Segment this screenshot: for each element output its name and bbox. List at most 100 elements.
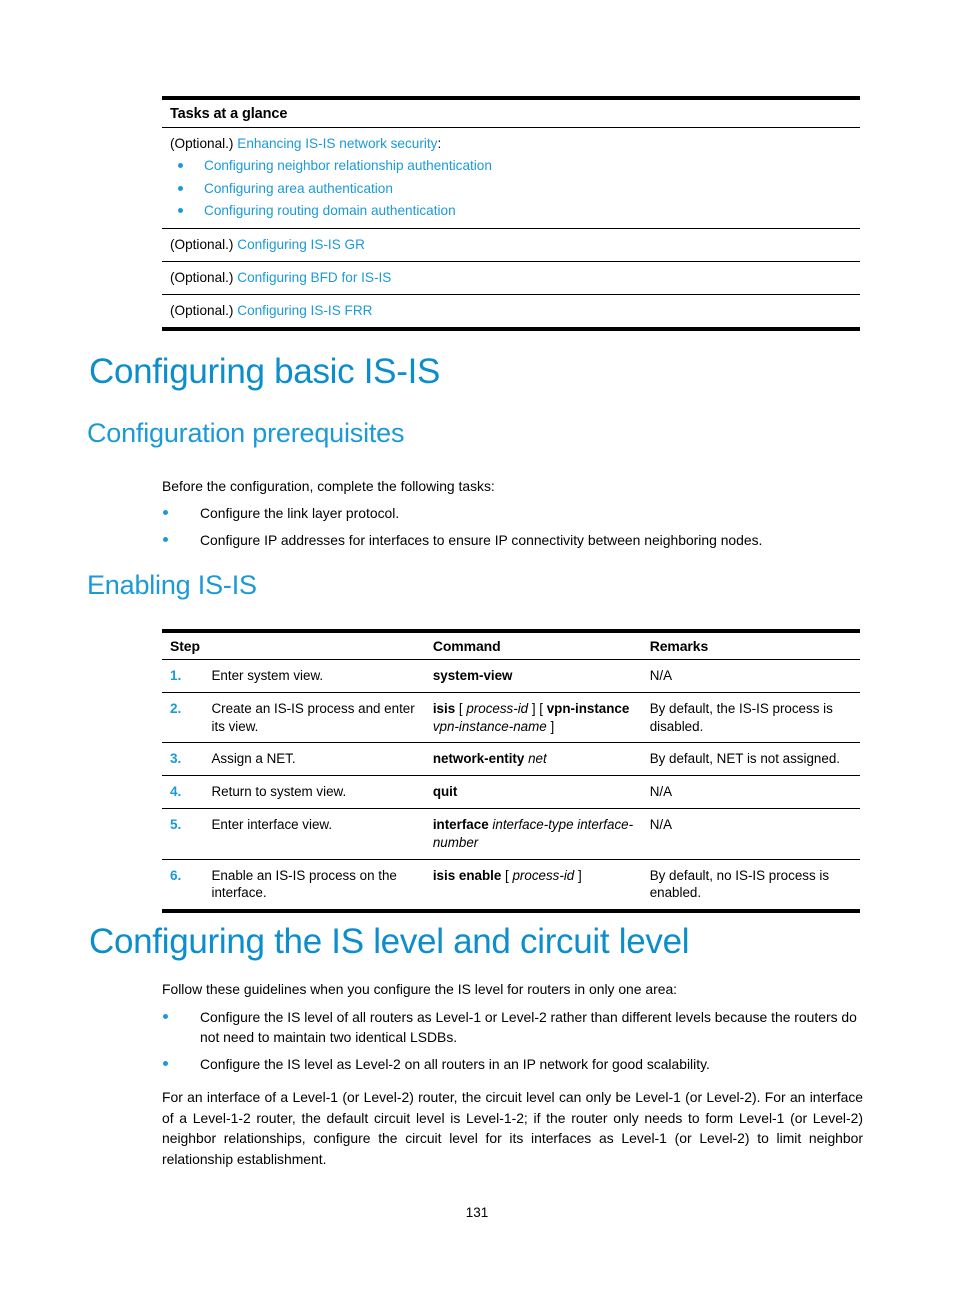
step-remarks: By default, the IS-IS process is disable… — [643, 692, 860, 744]
step-number: 6. — [170, 867, 182, 883]
list-item: Configure the IS level as Level-2 on all… — [162, 1054, 862, 1074]
page-title-configuring-basic-isis: Configuring basic IS-IS — [89, 352, 441, 391]
step-description: Enable an IS-IS process on the interface… — [211, 867, 397, 901]
list-item: Configure IP addresses for interfaces to… — [162, 530, 862, 550]
tasks-table-header: Tasks at a glance — [162, 98, 860, 128]
optional-label: (Optional.) — [170, 236, 238, 252]
tasks-table-row: (Optional.) Configuring BFD for IS-IS — [162, 261, 860, 295]
command-token: network-entity — [432, 751, 525, 767]
step-number: 4. — [162, 775, 212, 810]
task-line: (Optional.) Configuring IS-IS FRR — [170, 302, 858, 320]
command-token: [ — [455, 700, 467, 716]
step-remarks: N/A — [643, 775, 860, 810]
steps-table-head: Step Command Remarks — [162, 631, 860, 660]
task-line: (Optional.) Configuring BFD for IS-IS — [170, 269, 858, 287]
column-header-step-spacer — [211, 631, 433, 660]
command-token: interface — [432, 817, 489, 833]
command-token: quit — [432, 784, 458, 800]
command-token: net — [528, 751, 547, 767]
table-header-row: Tasks at a glance — [162, 98, 860, 128]
is-level-guidelines-list: Configure the IS level of all routers as… — [162, 1007, 862, 1081]
tasks-table-row: (Optional.) Enhancing IS-IS network secu… — [162, 127, 860, 229]
tasks-table-cell: (Optional.) Configuring IS-IS FRR — [162, 294, 860, 328]
optional-label: (Optional.) — [170, 302, 238, 318]
tasks-at-a-glance-table: Tasks at a glance (Optional.) Enhancing … — [162, 96, 860, 331]
step-description: Assign a NET. — [211, 742, 433, 777]
step-command: interface interface-type interface-numbe… — [432, 808, 644, 860]
task-sublist-link[interactable]: Configuring routing domain authenticatio… — [204, 203, 456, 218]
command-token: ] — [574, 867, 582, 883]
step-remarks: By default, no IS-IS process is enabled. — [649, 867, 830, 901]
task-line: (Optional.) Enhancing IS-IS network secu… — [170, 135, 858, 153]
command-token: process-id — [466, 700, 529, 716]
column-header-remarks: Remarks — [643, 631, 860, 660]
list-item: Configure the IS level of all routers as… — [162, 1007, 862, 1047]
task-sublist-link[interactable]: Configuring neighbor relationship authen… — [204, 158, 492, 173]
steps-table-body: 1. Enter system view. system-view N/A 2. Crea… — [162, 659, 860, 911]
step-number: 5. — [162, 808, 212, 860]
task-link[interactable]: Enhancing IS-IS network security — [237, 136, 437, 151]
step-command: system-view — [432, 659, 644, 693]
page-number: 131 — [465, 1205, 489, 1220]
command-token: [ — [501, 867, 513, 883]
step-description: Return to system view. — [211, 775, 433, 810]
section-heading-enabling-isis: Enabling IS-IS — [87, 570, 257, 600]
step-command: network-entity net — [432, 742, 644, 777]
table-row: 1. Enter system view. system-view N/A — [162, 659, 860, 693]
step-description: Create an IS-IS process and enter its vi… — [211, 692, 433, 744]
tasks-table-cell: (Optional.) Configuring IS-IS GR — [162, 228, 860, 262]
is-level-intro-text: Follow these guidelines when you configu… — [162, 981, 678, 997]
prerequisites-intro-text: Before the configuration, complete the f… — [162, 478, 495, 494]
task-link[interactable]: Configuring IS-IS FRR — [237, 303, 372, 318]
tasks-table-cell: (Optional.) Configuring BFD for IS-IS — [162, 261, 860, 295]
table-row: 5. Enter interface view. interface interfa… — [162, 808, 860, 860]
command-token: ] — [546, 718, 555, 734]
command-token: isis enable — [432, 867, 502, 883]
task-link[interactable]: Configuring IS-IS GR — [237, 237, 365, 252]
tasks-table-row: (Optional.) Configuring IS-IS FRR — [162, 294, 860, 328]
table-row: 4. Return to system view. quit N/A — [162, 775, 860, 810]
task-sublist-link[interactable]: Configuring area authentication — [204, 181, 393, 196]
document-page: Tasks at a glance (Optional.) Enhancing … — [0, 0, 954, 1296]
is-level-paragraph: For an interface of a Level-1 (or Level-… — [162, 1089, 863, 1168]
prerequisites-list: Configure the link layer protocol. Config… — [162, 503, 862, 557]
command-token: vpn-instance-name — [432, 718, 547, 734]
task-link-suffix: : — [437, 136, 442, 151]
task-link[interactable]: Configuring BFD for IS-IS — [237, 270, 391, 285]
command-token: system-view — [432, 668, 513, 683]
task-sublist-item: Configuring area authentication — [170, 180, 858, 198]
command-token: ] [ — [528, 700, 547, 716]
step-command: isis enable [ process-id ] — [433, 859, 644, 911]
tasks-table-row: (Optional.) Configuring IS-IS GR — [162, 228, 860, 262]
step-command: isis [ process-id ] [ vpn-instance vpn-i… — [432, 692, 644, 744]
step-remarks: By default, NET is not assigned. — [643, 742, 860, 777]
step-remarks: N/A — [643, 659, 860, 693]
command-token: isis — [432, 700, 456, 716]
optional-label: (Optional.) — [170, 136, 238, 151]
command-token: process-id — [512, 867, 575, 883]
table-row: 2. Create an IS-IS process and enter its … — [162, 692, 860, 744]
step-remarks: N/A — [643, 808, 860, 860]
tasks-table-cell: (Optional.) Enhancing IS-IS network secu… — [162, 127, 860, 229]
task-sublist-item: Configuring neighbor relationship authen… — [170, 157, 858, 175]
task-sublist: Configuring neighbor relationship authen… — [170, 157, 858, 220]
step-number: 2. — [162, 692, 212, 744]
step-description: Enter system view. — [211, 659, 433, 693]
column-header-step: Step — [162, 631, 212, 660]
table-row: 3. Assign a NET. network-entity net By defa… — [162, 742, 860, 777]
command-token: vpn-instance — [546, 700, 630, 716]
enabling-isis-steps-table: Step Command Remarks 1. Enter system view… — [162, 629, 860, 913]
step-number: 3. — [162, 742, 212, 777]
list-item: Configure the link layer protocol. — [162, 503, 862, 523]
column-header-command: Command — [432, 631, 644, 660]
section-heading-configuring-is-level: Configuring the IS level and circuit lev… — [89, 922, 690, 961]
step-number: 1. — [162, 659, 212, 693]
optional-label: (Optional.) — [170, 269, 238, 285]
step-command: quit — [432, 775, 644, 810]
task-line: (Optional.) Configuring IS-IS GR — [170, 236, 858, 254]
task-sublist-item: Configuring routing domain authenticatio… — [170, 202, 858, 220]
section-heading-configuration-prerequisites: Configuration prerequisites — [87, 418, 405, 448]
table-row: 6. Enable an IS-IS process on the interfa… — [162, 859, 860, 911]
step-description: Enter interface view. — [211, 808, 433, 860]
steps-table-header-row: Step Command Remarks — [162, 631, 860, 660]
